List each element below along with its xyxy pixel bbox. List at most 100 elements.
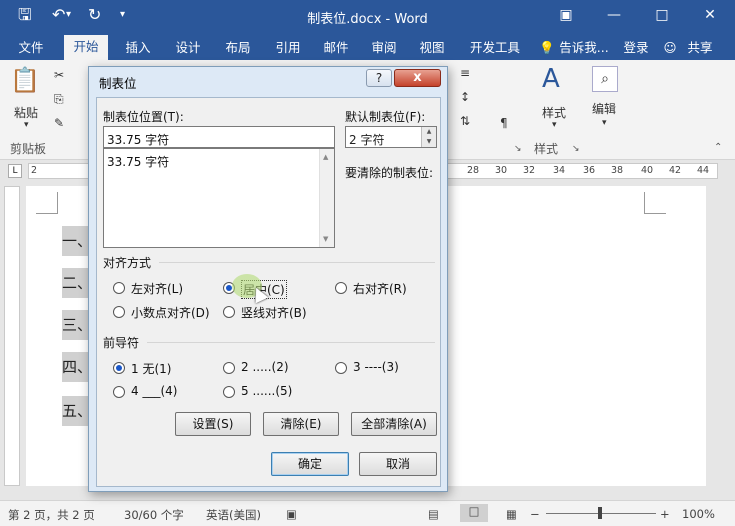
styles-label[interactable]: 样式 [542,104,566,121]
lightbulb-icon: 💡 [539,40,555,55]
align-icon[interactable]: ≡ [460,66,470,80]
paragraph-mark-icon[interactable]: ¶ [500,116,508,130]
language-indicator[interactable]: 英语(美国) [206,507,261,523]
word-count[interactable]: 30/60 个字 [124,507,184,523]
styles-icon[interactable]: A [542,64,560,94]
macro-record-icon[interactable]: ▣ [286,507,297,521]
ok-button[interactable]: 确定 [271,452,349,476]
ruler-number: 38 [611,165,624,176]
sort-icon[interactable]: ⇅ [460,114,470,128]
spacing-icon[interactable]: ↕ [460,90,470,104]
tab-home[interactable]: 开始 [64,35,108,60]
align-bar-label[interactable]: 竖线对齐(B) [241,304,307,321]
zoom-slider-thumb[interactable] [598,507,602,519]
ruler-number: 36 [583,165,596,176]
tab-references[interactable]: 引用 [266,37,310,60]
tab-view[interactable]: 视图 [410,37,454,60]
dialog-body: 制表位位置(T): 33.75 字符 33.75 字符 ▲ ▼ 默认制表位(F)… [96,97,441,487]
align-right-label[interactable]: 右对齐(R) [353,280,407,297]
align-decimal-radio[interactable] [113,306,125,318]
align-bar-radio[interactable] [223,306,235,318]
ruler-number: 32 [523,165,536,176]
tab-selector-icon[interactable]: L [8,164,22,178]
zoom-out-icon[interactable]: − [530,507,540,521]
leader-group-label: 前导符 [103,336,140,350]
align-left-radio[interactable] [113,282,125,294]
search-icon[interactable]: ⌕ [592,66,618,92]
leader-none-radio[interactable] [113,362,125,374]
tab-file[interactable]: 文件 [8,37,54,60]
format-painter-icon[interactable]: ✎ [54,116,64,130]
dialog-close-button[interactable]: x [394,69,441,87]
default-tab-spinner[interactable]: 2 字符 ▲ ▼ [345,126,437,148]
paste-label[interactable]: 粘贴 [14,104,38,121]
tab-review[interactable]: 审阅 [362,37,406,60]
leader-dots-label[interactable]: 2 .....(2) [241,360,289,374]
maximize-icon[interactable]: □ [642,4,682,28]
leader-dots-radio[interactable] [223,362,235,374]
paragraph-launcher-icon[interactable]: ↘ [514,144,522,154]
leader-dashes-radio[interactable] [335,362,347,374]
clear-all-button[interactable]: 全部清除(A) [351,412,437,436]
leader-middle-dots-label[interactable]: 5 ......(5) [241,384,292,398]
vertical-ruler[interactable] [4,186,20,486]
web-layout-icon[interactable]: ▦ [506,507,517,521]
clear-button[interactable]: 清除(E) [263,412,339,436]
styles-dropdown-icon[interactable]: ▾ [552,120,557,130]
leader-dashes-label[interactable]: 3 ----(3) [353,360,399,374]
paste-dropdown-icon[interactable]: ▾ [24,120,29,130]
tab-mailings[interactable]: 邮件 [314,37,358,60]
dialog-title: 制表位 [99,76,137,91]
align-left-label[interactable]: 左对齐(L) [131,280,183,297]
default-tab-value[interactable]: 2 字符 [349,131,384,148]
styles-group-label: 样式 [534,142,559,156]
ruler-number: 40 [641,165,654,176]
leader-middle-dots-radio[interactable] [223,386,235,398]
tab-layout[interactable]: 布局 [216,37,260,60]
zoom-in-icon[interactable]: + [660,507,670,521]
leader-underline-radio[interactable] [113,386,125,398]
tab-insert[interactable]: 插入 [116,37,160,60]
cut-icon[interactable]: ✂ [54,68,64,82]
group-divider [147,342,435,343]
list-item[interactable]: 33.75 字符 [107,153,169,170]
cancel-button[interactable]: 取消 [359,452,437,476]
spin-down-icon[interactable]: ▼ [421,137,436,147]
scrollbar[interactable]: ▲ ▼ [319,149,334,247]
leader-none-label[interactable]: 1 无(1) [131,360,171,377]
tab-stop-position-input[interactable]: 33.75 字符 [103,126,335,148]
scroll-down-icon[interactable]: ▼ [323,235,328,243]
align-right-radio[interactable] [335,282,347,294]
share-button[interactable]: 共享 [680,37,720,60]
tabs-dialog: 制表位 ? x 制表位位置(T): 33.75 字符 33.75 字符 ▲ ▼ … [88,66,448,492]
collapse-ribbon-icon[interactable]: ⌃ [714,142,722,153]
leader-underline-label[interactable]: 4 ___(4) [131,384,177,398]
tab-stop-list[interactable]: 33.75 字符 ▲ ▼ [103,148,335,248]
edit-dropdown-icon[interactable]: ▾ [602,118,607,128]
scroll-up-icon[interactable]: ▲ [323,153,328,161]
page-count[interactable]: 第 2 页，共 2 页 [8,507,95,523]
heading-text: 二、 [62,268,92,298]
help-button[interactable]: ? [366,69,392,87]
minimize-icon[interactable]: — [594,4,634,28]
tab-developer[interactable]: 开发工具 [462,37,528,60]
styles-launcher-icon[interactable]: ↘ [572,144,580,154]
close-icon[interactable]: ✕ [690,4,730,28]
ribbon-display-icon[interactable]: ▣ [546,4,586,28]
ribbon-tabs: 文件 开始 插入 设计 布局 引用 邮件 审阅 视图 开发工具 💡 告诉我...… [0,32,735,60]
align-decimal-label[interactable]: 小数点对齐(D) [131,304,210,321]
set-button[interactable]: 设置(S) [175,412,251,436]
tab-design[interactable]: 设计 [166,37,210,60]
login-link[interactable]: 登录 [616,37,656,60]
heading-text: 三、 [62,310,92,340]
paste-icon[interactable]: 📋 [10,66,40,94]
copy-icon[interactable]: ⎘ [54,92,64,107]
spin-up-icon[interactable]: ▲ [421,127,436,137]
tell-me-box[interactable]: 告诉我... [556,37,612,60]
edit-label[interactable]: 编辑 [592,100,616,117]
print-layout-icon[interactable]: □ [460,504,488,522]
heading-text: 四、 [62,352,92,382]
zoom-level[interactable]: 100% [682,507,715,521]
alignment-group-label: 对齐方式 [103,256,152,270]
read-mode-icon[interactable]: ▤ [428,507,439,521]
